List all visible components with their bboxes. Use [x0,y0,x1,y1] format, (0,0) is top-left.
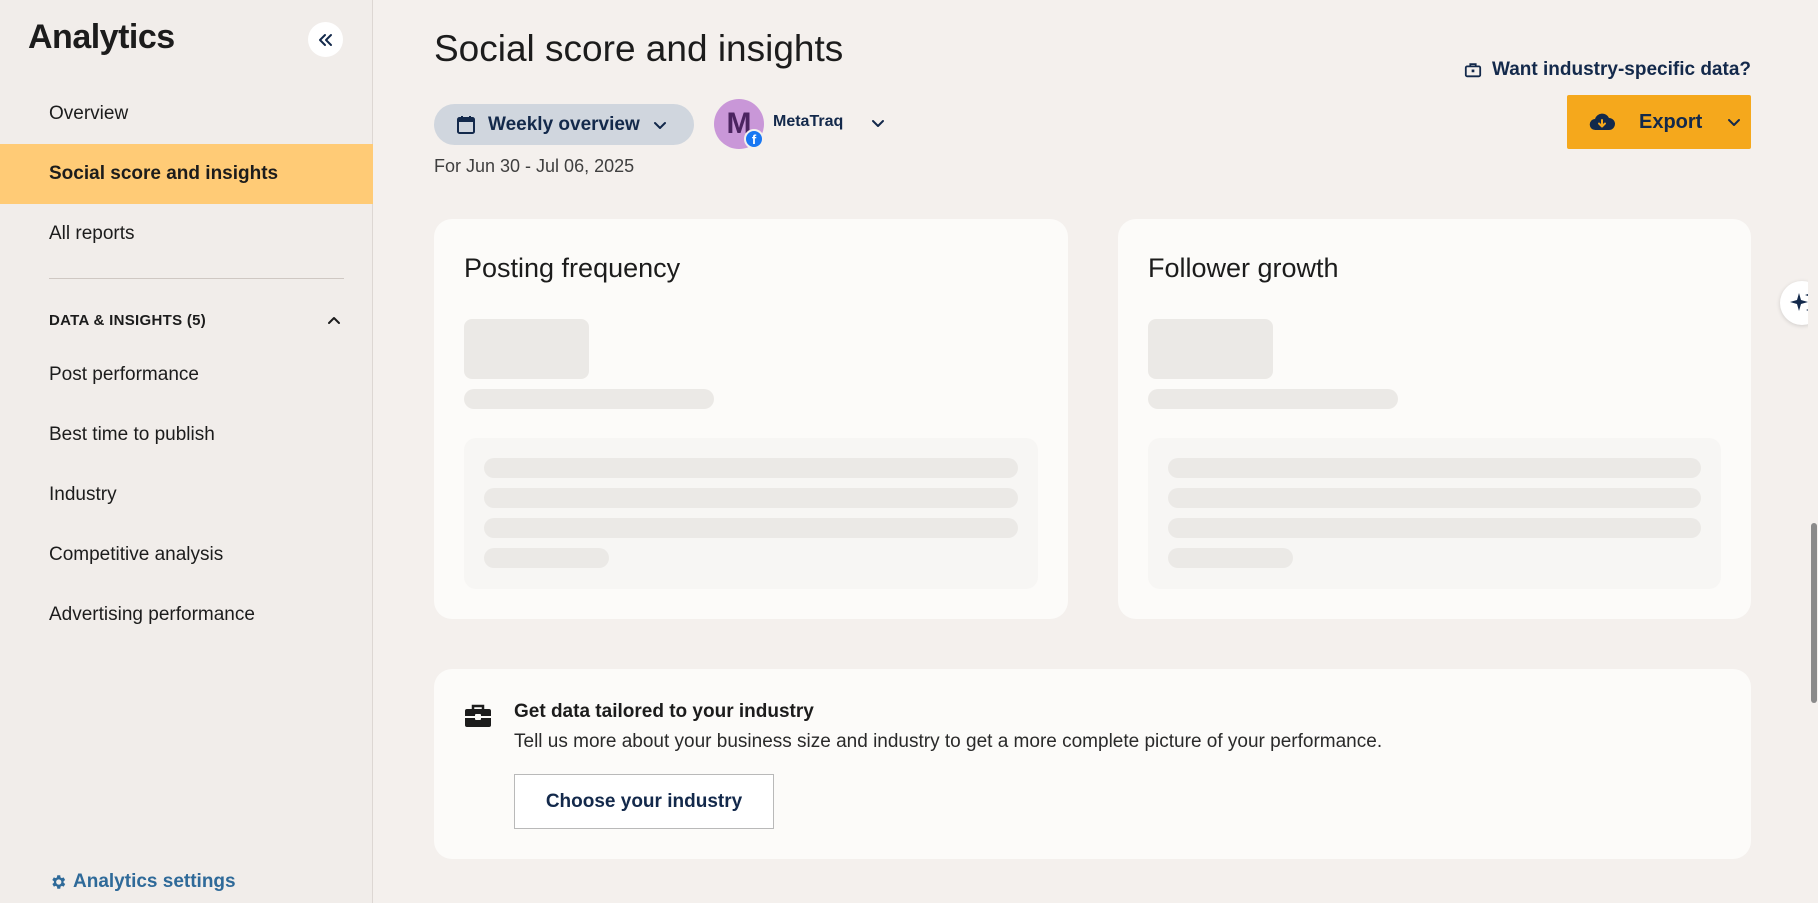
section-label: DATA & INSIGHTS (5) [49,311,207,329]
sidebar-item-post-performance[interactable]: Post performance [0,345,373,405]
chevron-down-icon [653,121,666,129]
industry-link-label: Want industry-specific data? [1492,59,1751,80]
card-title: Follower growth [1148,253,1339,283]
sidebar-item-social-score[interactable]: Social score and insights [0,144,373,204]
posting-frequency-card: Posting frequency [434,219,1068,619]
briefcase-icon [465,704,491,727]
data-insights-section-toggle[interactable]: DATA & INSIGHTS (5) [49,308,344,332]
card-title: Posting frequency [464,253,681,283]
skeleton-line [484,488,1018,508]
skeleton-line [484,458,1018,478]
period-label: Weekly overview [488,113,640,135]
cloud-download-icon [1589,113,1615,131]
skeleton-line [464,389,714,409]
double-chevron-left-icon [318,33,332,46]
skeleton-panel [1148,438,1721,589]
industry-data-link[interactable]: Want industry-specific data? [1464,59,1751,81]
skeleton-panel [464,438,1038,589]
profile-name[interactable]: MetaTraq [773,113,843,131]
page-title: Social score and insights [434,28,844,69]
calendar-icon [457,115,475,134]
briefcase-icon [1464,63,1482,78]
period-selector-button[interactable]: Weekly overview [434,104,694,145]
skeleton-line [1168,458,1701,478]
industry-banner: Get data tailored to your industry Tell … [434,669,1751,859]
sidebar-item-competitive-analysis[interactable]: Competitive analysis [0,525,373,585]
gear-icon [52,875,66,889]
banner-heading: Get data tailored to your industry [514,701,814,722]
profile-chevron-down-icon[interactable] [868,113,888,133]
banner-text: Tell us more about your business size an… [514,731,1383,752]
skeleton-line [1148,389,1398,409]
follower-growth-card: Follower growth [1118,219,1751,619]
facebook-icon: f [744,129,764,149]
sidebar-divider [49,278,344,279]
export-button[interactable]: Export [1567,95,1751,149]
chevron-down-icon [1728,119,1741,126]
skeleton-line [484,548,609,568]
sidebar-item-label: Competitive analysis [49,544,224,565]
skeleton-line [1168,488,1701,508]
sidebar: Analytics Overview Social score and insi… [0,0,373,903]
sidebar-item-label: All reports [49,223,135,244]
date-range: For Jun 30 - Jul 06, 2025 [434,156,635,176]
skeleton-line [1168,548,1293,568]
analytics-settings-link[interactable]: Analytics settings [49,871,236,893]
sidebar-item-label: Overview [49,103,129,124]
skeleton-line [484,518,1018,538]
sidebar-item-advertising-performance[interactable]: Advertising performance [0,585,373,645]
skeleton-block [1148,319,1273,379]
skeleton-line [1168,518,1701,538]
sidebar-item-label: Industry [49,484,117,505]
sidebar-title: Analytics [28,18,175,56]
chevron-up-icon [328,317,340,324]
sidebar-item-label: Best time to publish [49,424,215,445]
sidebar-item-label: Social score and insights [49,163,279,184]
scrollbar-thumb[interactable] [1811,523,1817,703]
analytics-settings-label: Analytics settings [73,871,236,892]
scrollbar-track[interactable] [1808,0,1818,903]
collapse-sidebar-button[interactable] [308,22,343,57]
skeleton-block [464,319,589,379]
sidebar-item-best-time[interactable]: Best time to publish [0,405,373,465]
sidebar-item-industry[interactable]: Industry [0,465,373,525]
sidebar-item-all-reports[interactable]: All reports [0,204,373,264]
choose-industry-button[interactable]: Choose your industry [514,774,774,829]
export-label: Export [1639,110,1703,133]
sidebar-item-label: Post performance [49,364,199,385]
sidebar-item-label: Advertising performance [49,604,255,625]
sidebar-item-overview[interactable]: Overview [0,84,373,144]
